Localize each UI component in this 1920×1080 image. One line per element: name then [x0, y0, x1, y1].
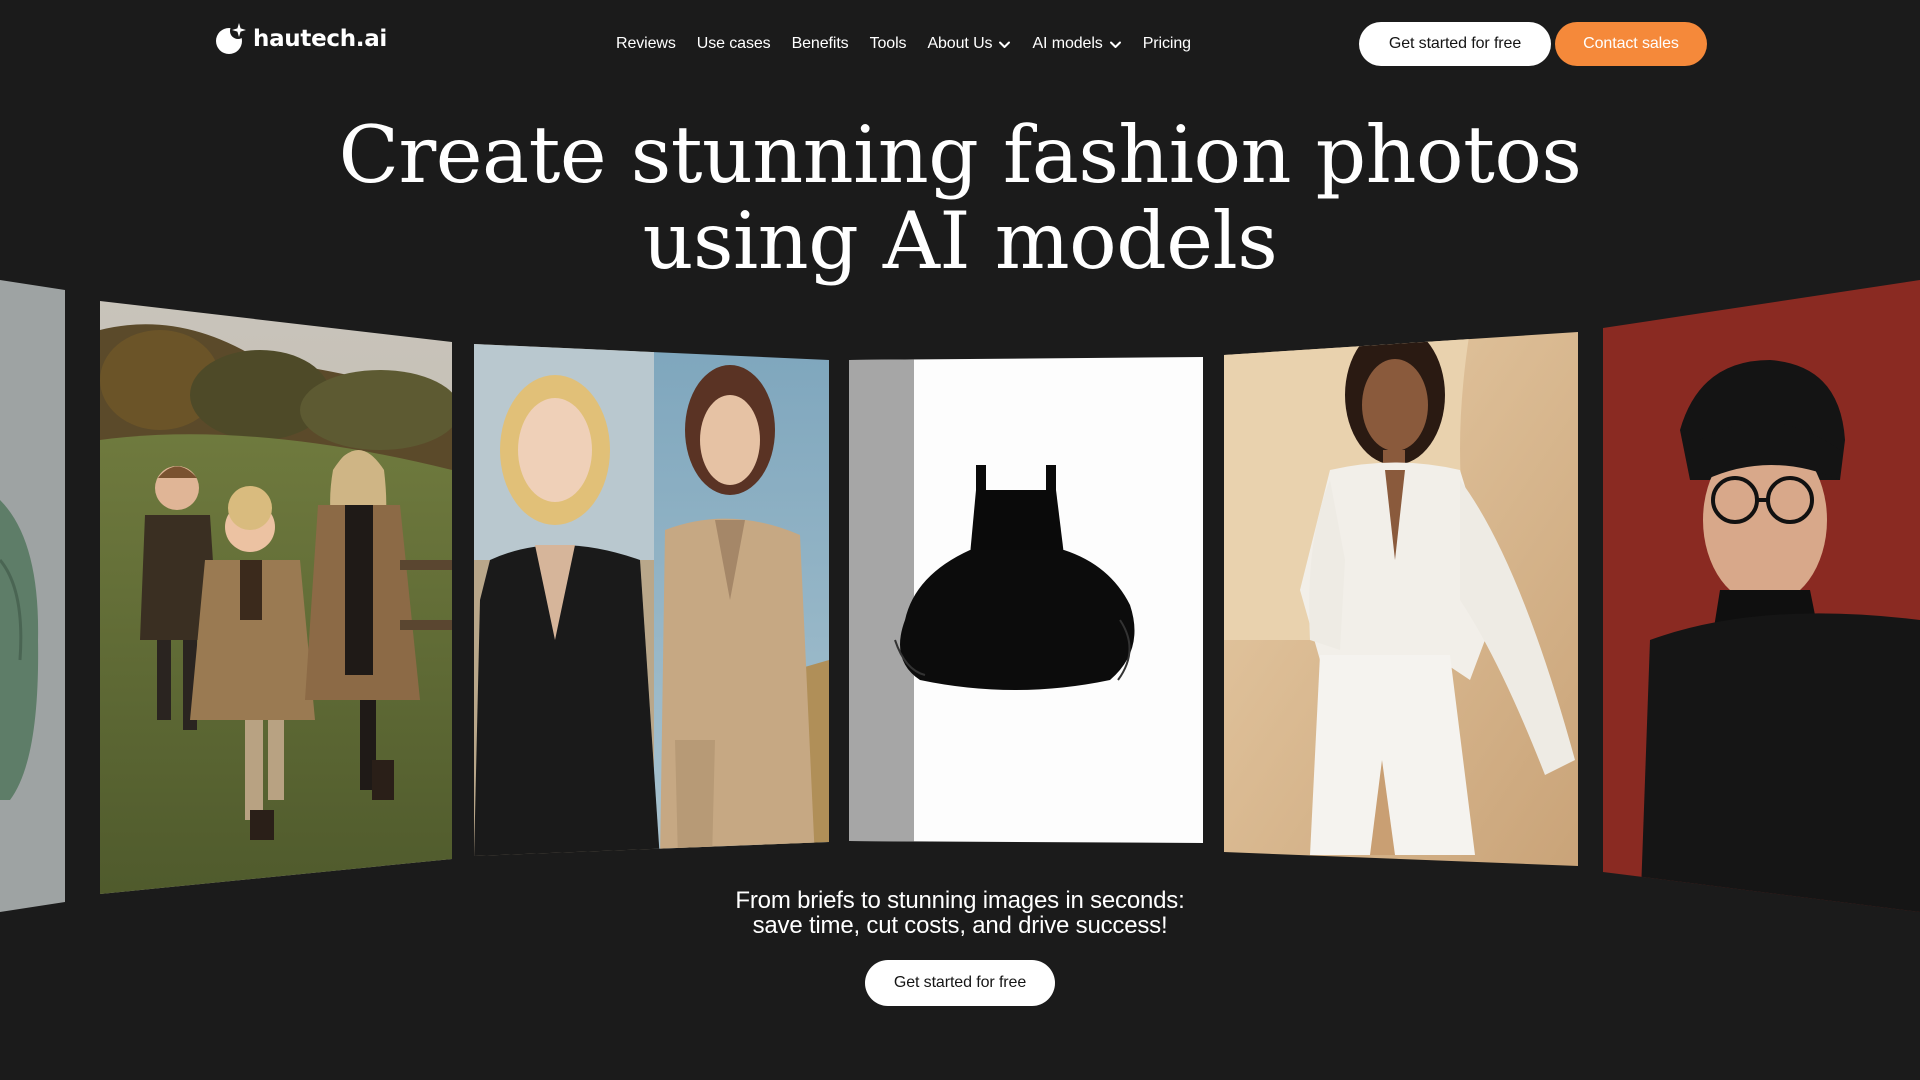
- gallery-card-blazers: [474, 344, 829, 856]
- hero-title: Create stunning fashion photos using AI …: [0, 112, 1920, 284]
- nav-tools[interactable]: Tools: [870, 35, 907, 53]
- nav-reviews[interactable]: Reviews: [616, 35, 676, 53]
- nav-about-us-label: About Us: [927, 35, 993, 52]
- nav-about-us[interactable]: About Us: [927, 35, 1011, 53]
- hero-tagline: From briefs to stunning images in second…: [0, 888, 1920, 938]
- hero-tagline-line-2: save time, cut costs, and drive success!: [752, 912, 1168, 939]
- contact-sales-button[interactable]: Contact sales: [1555, 22, 1707, 66]
- chevron-down-icon: [1109, 41, 1121, 48]
- site-header: hautech.ai Reviews Use cases Benefits To…: [0, 0, 1920, 88]
- logo[interactable]: hautech.ai: [215, 22, 387, 56]
- image-carousel[interactable]: [0, 270, 1920, 920]
- main-nav: Reviews Use cases Benefits Tools About U…: [616, 30, 1191, 58]
- nav-use-cases[interactable]: Use cases: [697, 35, 771, 53]
- hero-get-started-button[interactable]: Get started for free: [865, 960, 1055, 1006]
- hero-title-line-1: Create stunning fashion photos: [338, 109, 1582, 201]
- nav-use-cases-label: Use cases: [696, 35, 771, 52]
- chevron-down-icon: [999, 41, 1011, 48]
- nav-ai-models-label: AI models: [1032, 35, 1103, 52]
- gallery-card-kids: [100, 301, 452, 894]
- nav-tools-label: Tools: [869, 35, 907, 52]
- logo-icon: [216, 23, 246, 54]
- nav-benefits-label: Benefits: [791, 35, 849, 52]
- gallery-card-man: [1603, 280, 1920, 912]
- nav-reviews-label: Reviews: [616, 35, 676, 52]
- gallery-card-puffer: [0, 280, 65, 912]
- landing-page: hautech.ai Reviews Use cases Benefits To…: [0, 0, 1920, 1080]
- nav-pricing[interactable]: Pricing: [1143, 35, 1191, 53]
- get-started-button[interactable]: Get started for free: [1359, 22, 1551, 66]
- nav-pricing-label: Pricing: [1142, 35, 1191, 52]
- carousel-svg: [0, 280, 1920, 912]
- gallery-card-dress: [849, 357, 1203, 843]
- nav-ai-models[interactable]: AI models: [1032, 35, 1121, 53]
- gallery-card-white-outfit: [1224, 332, 1578, 866]
- hero-tagline-line-1: From briefs to stunning images in second…: [735, 887, 1185, 914]
- nav-benefits[interactable]: Benefits: [792, 35, 849, 53]
- logo-text: hautech.ai: [253, 26, 388, 52]
